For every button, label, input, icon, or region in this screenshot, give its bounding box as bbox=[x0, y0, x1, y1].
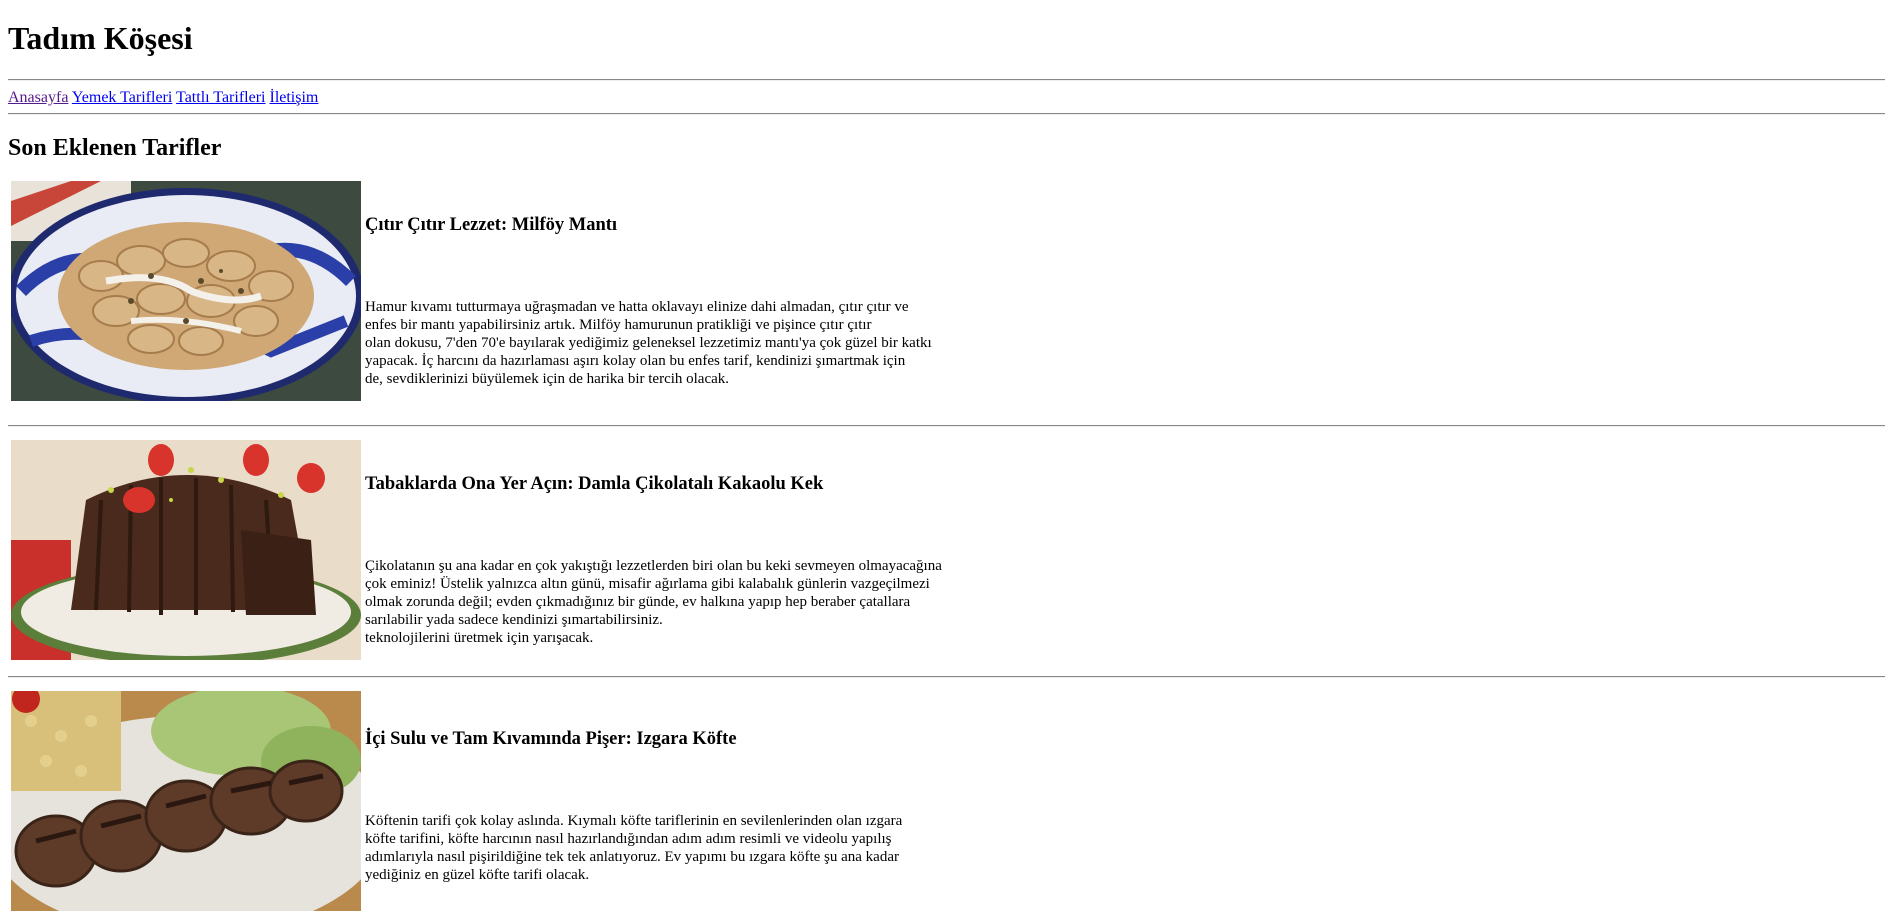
nav-link-dessert-recipes[interactable]: Tattlı Tarifleri bbox=[176, 89, 265, 106]
recipe-content: İçi Sulu ve Tam Kıvamında Pişer: Izgara … bbox=[365, 691, 985, 911]
recipe-title: İçi Sulu ve Tam Kıvamında Pişer: Izgara … bbox=[365, 728, 737, 749]
izgara-kofte-image bbox=[11, 690, 361, 911]
izgara-kofte-photo bbox=[11, 690, 361, 911]
milfoy-manti-image bbox=[11, 180, 361, 401]
recipe-content: Tabaklarda Ona Yer Açın: Damla Çikolatal… bbox=[365, 440, 985, 660]
milfoy-manti-photo bbox=[11, 180, 361, 401]
main-nav: Anasayfa Yemek Tarifleri Tattlı Tarifler… bbox=[8, 81, 1885, 113]
nav-divider bbox=[8, 113, 1885, 116]
recipe-content: Çıtır Çıtır Lezzet: Milföy Mantı Hamur k… bbox=[365, 181, 985, 401]
section-title: Son Eklenen Tarifler bbox=[8, 135, 222, 162]
recipe-title: Tabaklarda Ona Yer Açın: Damla Çikolatal… bbox=[365, 473, 824, 494]
nav-link-food-recipes[interactable]: Yemek Tarifleri bbox=[72, 89, 173, 106]
recipe-item: Tabaklarda Ona Yer Açın: Damla Çikolatal… bbox=[8, 438, 1885, 662]
nav-link-home[interactable]: Anasayfa bbox=[8, 89, 68, 106]
recipe-description: Köftenin tarifi çok kolay aslında. Kıyma… bbox=[365, 813, 903, 884]
site-title: Tadım Köşesi bbox=[8, 20, 193, 56]
recipe-item: İçi Sulu ve Tam Kıvamında Pişer: Izgara … bbox=[8, 689, 1885, 913]
kakaolu-kek-photo bbox=[11, 439, 361, 660]
recipe-item: Çıtır Çıtır Lezzet: Milföy Mantı Hamur k… bbox=[8, 179, 1885, 403]
recipe-description: Çikolatanın şu ana kadar en çok yakıştığ… bbox=[365, 558, 942, 647]
page: Tadım Köşesi Anasayfa Yemek Tarifleri Ta… bbox=[0, 20, 1893, 913]
recipe-divider bbox=[8, 424, 1885, 427]
recipe-description: Hamur kıvamı tutturmaya uğraşmadan ve ha… bbox=[365, 299, 932, 388]
recipe-divider bbox=[8, 675, 1885, 678]
kakaolu-kek-image bbox=[11, 439, 361, 660]
recipe-title: Çıtır Çıtır Lezzet: Milföy Mantı bbox=[365, 214, 618, 235]
nav-link-contact[interactable]: İletişim bbox=[269, 89, 318, 106]
